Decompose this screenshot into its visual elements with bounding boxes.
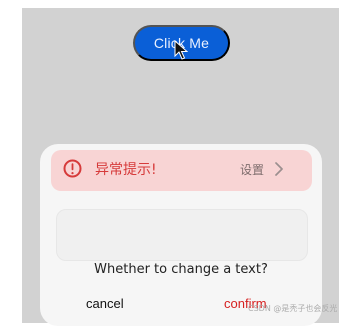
text-input-area[interactable] [56,209,308,261]
cancel-button[interactable]: cancel [86,295,124,313]
alert-title: 异常提示! [95,162,157,178]
settings-link[interactable]: 设置 [240,161,264,179]
alert-bar [51,150,312,191]
exclamation-circle-icon [63,159,82,178]
chevron-right-icon[interactable] [274,162,284,176]
mouse-cursor-icon [174,40,188,60]
dialog-message: Whether to change a text? [94,262,268,277]
watermark: CSDN @是秃子也会反光 [248,304,338,313]
